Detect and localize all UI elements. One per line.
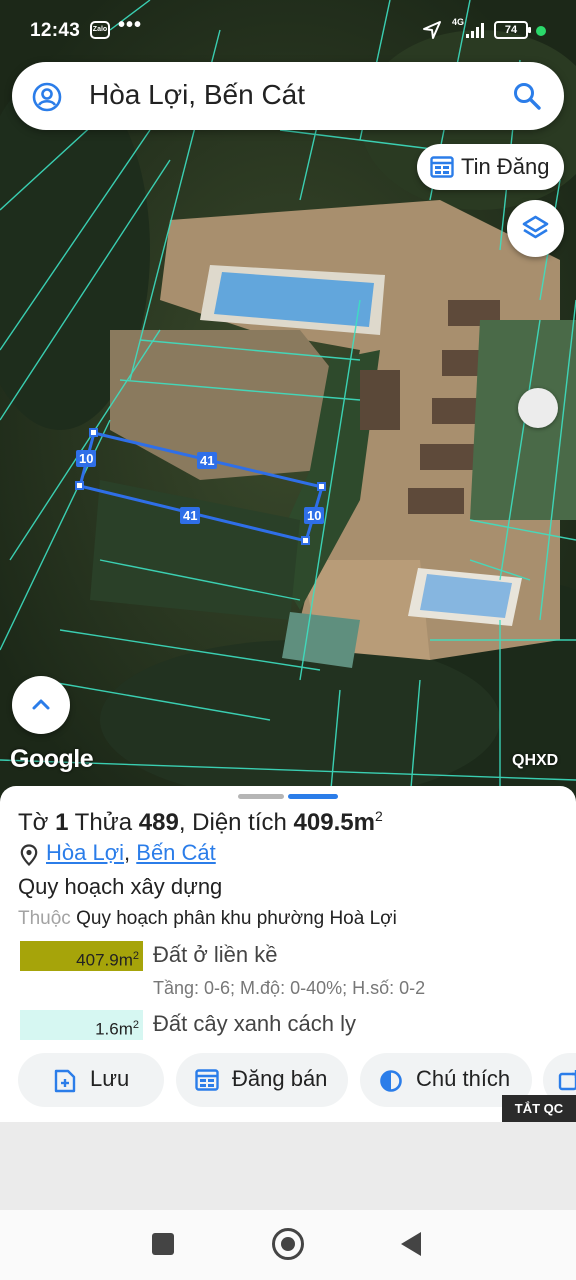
close-ad-button[interactable]: TẮT QC — [502, 1095, 576, 1122]
chevron-up-icon — [32, 699, 50, 710]
zoning-heading: Quy hoạch xây dựng — [18, 874, 223, 899]
zalo-notification-icon: Zalo — [90, 21, 110, 39]
location-pin-icon — [20, 844, 38, 866]
network-type: 4G — [452, 17, 465, 27]
lot-prefix: Thửa — [74, 809, 133, 836]
layers-button[interactable] — [507, 200, 564, 257]
save-button[interactable]: Lưu — [18, 1053, 164, 1107]
add-document-icon — [54, 1069, 76, 1093]
sheet-prefix: Tờ — [18, 809, 49, 836]
status-bar: 12:43 Zalo ••• 4G 74 — [0, 0, 576, 60]
back-icon[interactable] — [401, 1232, 421, 1256]
zoning-plan-line: Thuộc Quy hoạch phân khu phường Hoà Lợi — [18, 908, 397, 930]
listing-board-icon — [195, 1069, 219, 1091]
google-logo: Google — [10, 745, 94, 773]
plan-name: Quy hoạch phân khu phường Hoà Lợi — [76, 908, 397, 929]
signal-icon — [466, 23, 484, 38]
parcel-title: Tờ 1 Thửa 489, Diện tích 409.5m2 — [18, 808, 383, 837]
post-sale-button[interactable]: Đăng bán — [176, 1053, 348, 1107]
home-icon[interactable] — [272, 1228, 304, 1260]
zone-area-chip: 1.6m2 — [20, 1010, 143, 1040]
zone-area-exponent: 2 — [132, 950, 139, 962]
search-bar[interactable]: Hòa Lợi, Bến Cát — [12, 62, 564, 130]
contrast-icon — [380, 1070, 402, 1092]
area-value: 409.5m — [293, 809, 375, 836]
search-icon[interactable] — [512, 81, 542, 111]
address-separator: , — [124, 840, 137, 865]
navigation-bar — [0, 1210, 576, 1280]
sheet-number: 1 — [55, 809, 69, 836]
expand-up-button[interactable] — [12, 676, 70, 734]
zone-area-chip: 407.9m2 — [20, 941, 143, 971]
zone-area-exponent: 2 — [132, 1019, 139, 1031]
battery-icon: 74 — [494, 21, 531, 39]
zone-name: Đất cây xanh cách ly — [153, 1011, 356, 1036]
more-notifications-icon: ••• — [118, 14, 143, 36]
district-link[interactable]: Bến Cát — [136, 840, 216, 865]
parcel-side-length-right: 10 — [304, 507, 325, 524]
belongs-prefix: Thuộc — [18, 908, 71, 929]
account-icon[interactable] — [32, 82, 62, 112]
sheet-handle-active[interactable] — [288, 794, 338, 799]
status-time: 12:43 — [30, 20, 81, 41]
zone-detail: Tầng: 0-6; M.độ: 0-40%; H.số: 0-2 — [153, 978, 426, 998]
lot-number: 489 — [138, 809, 179, 836]
area-unit-exponent: 2 — [374, 808, 383, 824]
listing-board-icon — [430, 156, 454, 178]
add-photo-icon — [558, 1070, 576, 1091]
parcel-info-sheet[interactable]: Tờ 1 Thửa 489, Diện tích 409.5m2 Hòa Lợi… — [0, 786, 576, 1122]
parcel-side-length-left: 10 — [76, 450, 97, 467]
parcel-side-length-top: 41 — [197, 452, 218, 469]
opacity-slider-knob[interactable] — [518, 388, 558, 428]
screen: 10 41 41 10 12:43 Zalo ••• 4G 74 Hòa Lợi… — [0, 0, 576, 1280]
ward-link[interactable]: Hòa Lợi — [46, 840, 124, 865]
map-view[interactable]: 10 41 41 10 12:43 Zalo ••• 4G 74 Hòa Lợi… — [0, 0, 576, 800]
listings-label: Tin Đăng — [461, 154, 550, 179]
post-sale-label: Đăng bán — [232, 1066, 328, 1091]
zone-name: Đất ở liền kề — [153, 942, 278, 967]
legend-label: Chú thích — [416, 1066, 511, 1091]
area-prefix: , Diện tích — [178, 809, 287, 836]
ad-banner[interactable] — [0, 1122, 576, 1210]
layer-badge: QHXD — [512, 752, 559, 769]
sheet-handle[interactable] — [238, 794, 284, 799]
location-arrow-icon — [423, 21, 441, 39]
parcel-side-length-bottom: 41 — [180, 507, 201, 524]
listings-button[interactable]: Tin Đăng — [417, 144, 564, 190]
layers-icon — [522, 215, 549, 239]
save-label: Lưu — [90, 1066, 130, 1091]
zone-area: 1.6m — [95, 1019, 133, 1039]
search-input[interactable]: Hòa Lợi, Bến Cát — [89, 79, 305, 111]
recent-apps-icon[interactable] — [152, 1233, 174, 1255]
privacy-indicator-dot — [536, 26, 546, 36]
zone-area: 407.9m — [76, 950, 133, 970]
